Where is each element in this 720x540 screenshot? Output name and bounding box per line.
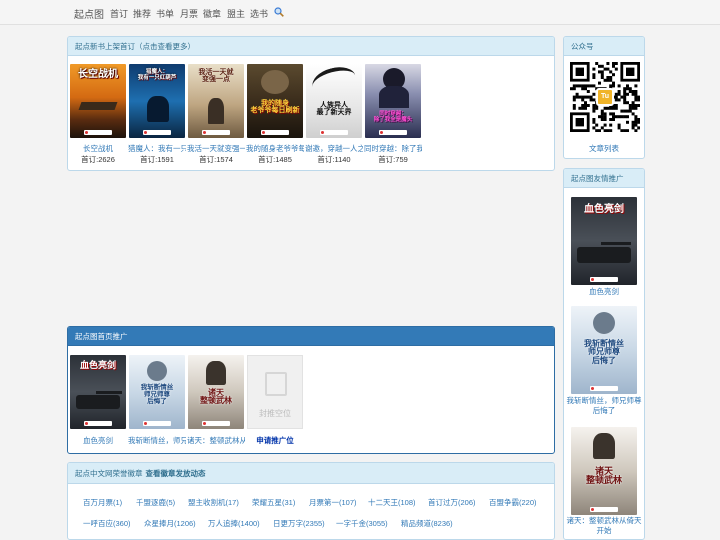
search-icon[interactable]: [274, 7, 284, 17]
nav-monthly-ticket[interactable]: 月票: [180, 7, 198, 20]
friend-promo-header: 起点图友情推广: [564, 169, 644, 188]
badge-link[interactable]: 日更万字(2355): [273, 518, 325, 529]
wechat-header: 公众号: [564, 37, 644, 56]
book-name[interactable]: 同时穿越：除了我: [364, 143, 422, 154]
badge-link[interactable]: 月票第一(107): [309, 497, 357, 508]
first-order-count: 首订:2626: [81, 155, 115, 164]
book-cover[interactable]: 血色亮剑: [70, 355, 126, 429]
badge-link[interactable]: 百万月票(1): [83, 497, 122, 508]
badges-title: 起点中文网荣誉徽章: [75, 469, 143, 478]
badge-link[interactable]: 荣耀五星(31): [252, 497, 295, 508]
book-cover[interactable]: 诸天 整顿武林: [571, 427, 637, 515]
friend-book-link[interactable]: 我斩断情丝，师兄师尊后悔了: [566, 396, 642, 416]
badges-header: 起点中文网荣誉徽章 查看徽章发放动态: [68, 463, 554, 484]
vacant-ad-slot[interactable]: 封推空位: [247, 355, 303, 429]
first-order-count: 首订:759: [378, 155, 408, 164]
book-cover[interactable]: 我活一天就 变强一点: [188, 64, 244, 138]
friend-promo-panel: 起点图友情推广 血色亮剑 血色亮剑 我斩断情丝 师兄师尊 后悔了 我斩断情丝，师…: [563, 168, 645, 540]
vacant-slot-label: 封推空位: [259, 409, 291, 418]
nav-recommend[interactable]: 推荐: [133, 7, 151, 20]
book-cover[interactable]: 人族异人 最了新天界: [306, 64, 362, 138]
nav-booklist[interactable]: 书单: [156, 7, 174, 20]
apply-promo-link[interactable]: 申请推广位: [246, 435, 304, 446]
badge-link[interactable]: 首订过万(206): [428, 497, 476, 508]
book-name[interactable]: 我斩断情丝，师兄: [128, 435, 186, 446]
book-name[interactable]: 谢邀，穿越一人之: [305, 143, 363, 154]
book-name[interactable]: 猎魔人：我有一只: [128, 143, 186, 154]
new-books-hint: （点击查看更多）: [135, 42, 195, 51]
book-name[interactable]: 长空战机: [69, 143, 127, 154]
badge-link[interactable]: 盟主收割机(17): [188, 497, 239, 508]
new-books-header[interactable]: 起点新书上架首订（点击查看更多）: [68, 37, 554, 56]
homepage-promo-header: 起点图首页推广: [68, 327, 554, 346]
book-placeholder-icon: [265, 372, 287, 396]
badge-link[interactable]: 千盟逐鹿(5): [136, 497, 175, 508]
badge-link[interactable]: 万人追捧(1400): [208, 518, 260, 529]
book-name[interactable]: 血色亮剑: [69, 435, 127, 446]
first-order-count: 首订:1140: [317, 155, 351, 164]
badges-panel: 起点中文网荣誉徽章 查看徽章发放动态 百万月票(1) 千盟逐鹿(5) 盟主收割机(…: [67, 462, 555, 540]
homepage-promo-panel: 起点图首页推广 血色亮剑 我斩断情丝 师兄师尊 后悔了 诸天 整顿武林 封推空位…: [67, 326, 555, 454]
book-name[interactable]: 诸天：整顿武林从: [187, 435, 245, 446]
nav-badges[interactable]: 徽章: [203, 7, 221, 20]
book-cover[interactable]: 诸天 整顿武林: [188, 355, 244, 429]
badge-link[interactable]: 百盟争霸(220): [489, 497, 537, 508]
nav-pick-book[interactable]: 选书: [250, 7, 268, 20]
first-order-count: 首订:1574: [199, 155, 233, 164]
article-list-link[interactable]: 文章列表: [564, 143, 644, 154]
friend-book-link[interactable]: 血色亮剑: [566, 287, 642, 297]
friend-book-link[interactable]: 诸天：整顿武林从倚天开始: [566, 516, 642, 536]
qr-code: Tu: [570, 62, 641, 133]
qr-logo: Tu: [596, 88, 614, 106]
badge-link[interactable]: 一呼百应(360): [83, 518, 131, 529]
book-name[interactable]: 我的随身老爷爷每: [246, 143, 304, 154]
badge-link[interactable]: 十二天王(108): [368, 497, 416, 508]
book-cover[interactable]: 我斩断情丝 师兄师尊 后悔了: [571, 306, 637, 394]
book-cover[interactable]: 同时穿越： 除了我全是魔头: [365, 64, 421, 138]
nav-first-order[interactable]: 首订: [110, 7, 128, 20]
new-books-panel: 起点新书上架首订（点击查看更多） 长空战机 猎魔人： 我有一只红葫芦 我活一天就…: [67, 36, 555, 171]
badge-dynamics-link[interactable]: 查看徽章发放动态: [146, 469, 206, 478]
new-books-title: 起点新书上架首订: [75, 42, 135, 51]
first-order-count: 首订:1591: [140, 155, 174, 164]
wechat-panel: 公众号 Tu 文章列表: [563, 36, 645, 159]
badge-link[interactable]: 精品频道(8236): [401, 518, 453, 529]
book-cover[interactable]: 我的随身 老爷爷每日刷新: [247, 64, 303, 138]
first-order-count: 首订:1485: [258, 155, 292, 164]
badge-link[interactable]: 一字千金(3055): [336, 518, 388, 529]
badge-link[interactable]: 众星捧月(1206): [144, 518, 196, 529]
book-name[interactable]: 我活一天就变强一: [187, 143, 245, 154]
top-navbar: 起点图 首订 推荐 书单 月票 徽章 盟主 选书: [0, 0, 720, 25]
nav-alliance-leader[interactable]: 盟主: [227, 7, 245, 20]
brand-logo[interactable]: 起点图: [74, 6, 104, 21]
book-cover[interactable]: 猎魔人： 我有一只红葫芦: [129, 64, 185, 138]
book-cover[interactable]: 血色亮剑: [571, 197, 637, 285]
book-cover[interactable]: 我斩断情丝 师兄师尊 后悔了: [129, 355, 185, 429]
book-cover[interactable]: 长空战机: [70, 64, 126, 138]
